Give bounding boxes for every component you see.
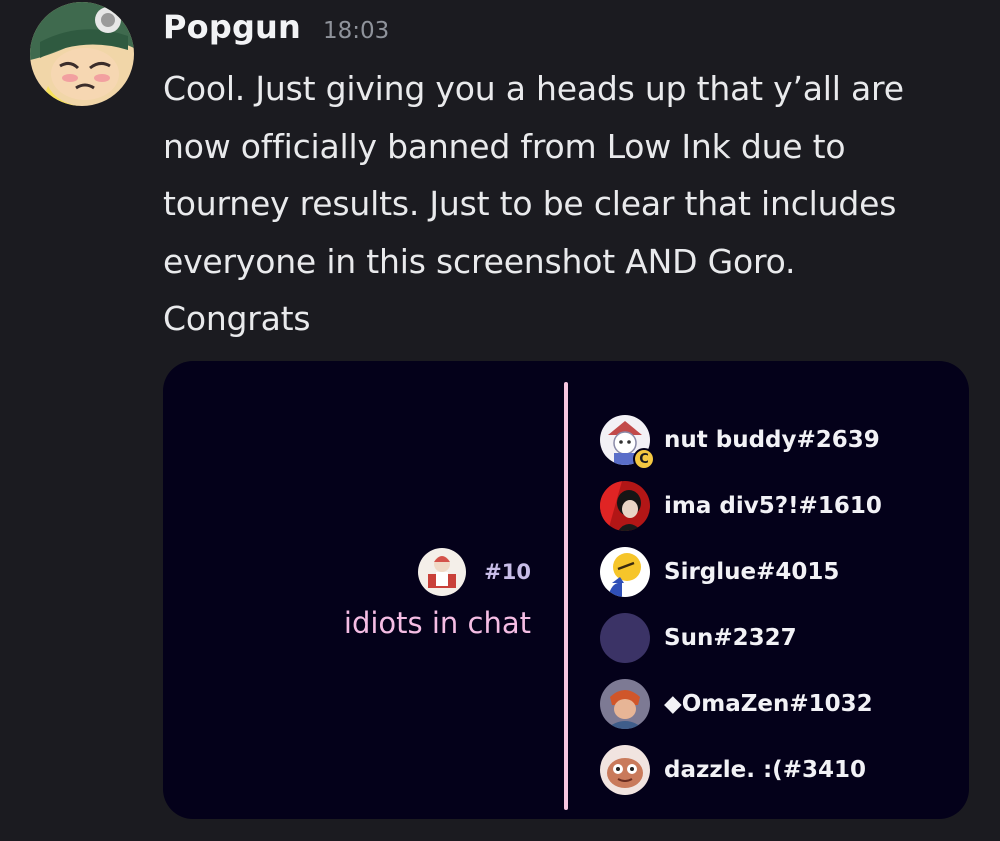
message-text-line: everyone in this screenshot AND Goro. xyxy=(163,241,796,281)
player-name: dazzle. :(#3410 xyxy=(664,757,866,783)
message-timestamp[interactable]: 18:03 xyxy=(323,18,389,44)
player-name: ◆OmaZen#1032 xyxy=(664,691,873,717)
player-avatar xyxy=(600,547,650,597)
message-text-line: now officially banned from Low Ink due t… xyxy=(163,126,846,166)
list-item: ima div5?!#1610 xyxy=(600,473,960,539)
player-list: C nut buddy#2639 ima div5?!#1610 Sirglue… xyxy=(600,407,960,803)
player-name: Sirglue#4015 xyxy=(664,559,840,585)
player-avatar xyxy=(600,679,650,729)
player-avatar: C xyxy=(600,415,655,470)
team-avatar xyxy=(418,548,467,596)
message-text-line: Cool. Just giving you a heads up that y’… xyxy=(163,69,904,108)
player-name: ima div5?!#1610 xyxy=(664,493,882,519)
message-text-line: Congrats xyxy=(163,299,311,338)
team-seed: #10 xyxy=(484,560,531,584)
team-block: #10 idiots in chat xyxy=(344,544,531,640)
message-header: Popgun 18:03 xyxy=(163,8,389,54)
list-item: dazzle. :(#3410 xyxy=(600,737,960,803)
message-content: Cool. Just giving you a heads up that y’… xyxy=(163,60,983,348)
author-username[interactable]: Popgun xyxy=(163,8,301,46)
player-avatar xyxy=(600,613,650,663)
team-header: #10 xyxy=(344,544,531,600)
list-item: Sun#2327 xyxy=(600,605,960,671)
player-avatar xyxy=(600,481,650,531)
team-name: idiots in chat xyxy=(343,606,531,640)
player-name: Sun#2327 xyxy=(664,625,797,651)
list-item: ◆OmaZen#1032 xyxy=(600,671,960,737)
list-item: Sirglue#4015 xyxy=(600,539,960,605)
player-avatar xyxy=(600,745,650,795)
player-name: nut buddy#2639 xyxy=(664,427,880,453)
message-text-line: tourney results. Just to be clear that i… xyxy=(163,184,897,223)
image-attachment[interactable]: #10 idiots in chat C nut buddy#2639 ima … xyxy=(163,361,969,819)
captain-badge: C xyxy=(633,448,655,470)
list-item: C nut buddy#2639 xyxy=(600,407,960,473)
vertical-divider xyxy=(564,382,568,810)
author-avatar[interactable] xyxy=(30,2,134,106)
chat-message: Popgun 18:03 Cool. Just giving you a hea… xyxy=(0,0,1000,841)
